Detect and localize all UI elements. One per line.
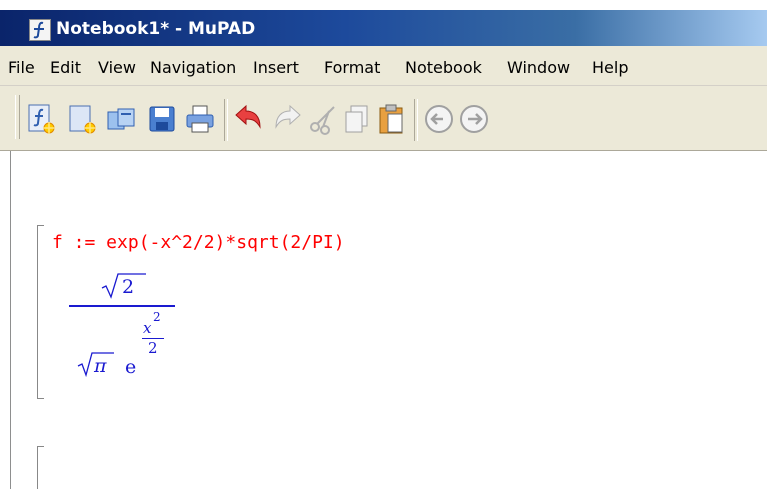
menu-view[interactable]: View [98,58,136,78]
exponent-x: x [143,319,152,337]
menu-insert[interactable]: Insert [253,58,299,78]
redo-icon[interactable] [272,103,304,135]
exponent-power: 2 [153,310,161,324]
toolbar-separator [224,99,228,141]
new-editor-icon[interactable] [66,103,98,135]
pi-symbol: π [94,355,107,377]
paste-icon[interactable] [375,103,407,135]
toolbar [0,86,767,151]
e-symbol: e [125,356,137,378]
copy-icon[interactable] [341,103,373,135]
menu-file[interactable]: File [8,58,35,78]
notebook-document[interactable] [10,151,767,489]
back-icon[interactable] [423,103,455,135]
open-icon[interactable] [105,103,137,135]
cut-icon[interactable] [307,103,339,135]
menu-notebook[interactable]: Notebook [405,58,482,78]
save-icon[interactable] [146,103,178,135]
mupad-app-icon[interactable] [29,19,51,41]
mupad-window: Notebook1* - MuPAD File Edit View Naviga… [0,0,767,489]
menu-window[interactable]: Window [507,58,570,78]
new-notebook-icon[interactable] [25,103,57,135]
menu-format[interactable]: Format [324,58,380,78]
menu-bar: File Edit View Navigation Insert Format … [0,46,767,86]
input-expression[interactable]: f := exp(-x^2/2)*sqrt(2/PI) [52,232,345,254]
print-icon[interactable] [184,103,216,135]
exponent-denominator: 2 [148,339,158,357]
undo-icon[interactable] [232,103,264,135]
forward-icon[interactable] [458,103,490,135]
toolbar-separator [414,99,418,141]
fraction-bar [69,305,175,307]
numerator-value: 2 [122,276,135,298]
empty-region-bracket[interactable] [37,446,44,489]
menu-help[interactable]: Help [592,58,628,78]
region-bracket[interactable] [37,225,44,399]
window-title: Notebook1* - MuPAD [56,19,256,39]
menu-edit[interactable]: Edit [50,58,81,78]
toolbar-grip[interactable] [15,95,20,139]
menu-navigation[interactable]: Navigation [150,58,236,78]
